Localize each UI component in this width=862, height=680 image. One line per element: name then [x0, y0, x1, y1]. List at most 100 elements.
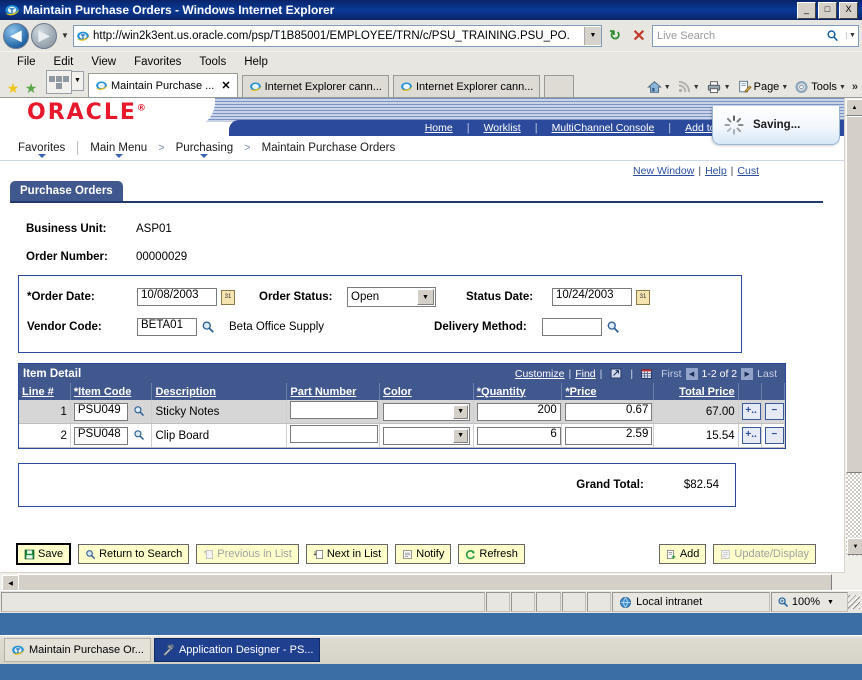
browser-tab-error-1[interactable]: Internet Explorer cann...: [242, 75, 389, 97]
maximize-button[interactable]: □: [818, 2, 837, 19]
tab-list-dropdown-icon[interactable]: ▼: [72, 71, 84, 91]
color-select[interactable]: ▼: [383, 403, 470, 421]
return-to-search-button[interactable]: Return to Search: [78, 544, 189, 564]
nav-link-multichannel-console[interactable]: MultiChannel Console: [538, 122, 669, 134]
view-all-popup-icon[interactable]: [609, 367, 623, 380]
grid-first-label[interactable]: First: [661, 368, 681, 380]
favorites-center-icon[interactable]: ★: [4, 80, 22, 97]
status-date-input[interactable]: 10/24/2003: [552, 288, 632, 306]
previous-in-list-button[interactable]: Previous in List: [196, 544, 299, 564]
column-header-item-code[interactable]: *Item Code: [70, 383, 152, 400]
menu-favorites[interactable]: Favorites: [125, 55, 190, 69]
column-header-total-price[interactable]: Total Price: [654, 383, 739, 400]
lookup-search-icon[interactable]: [606, 320, 620, 334]
address-bar[interactable]: http://win2k3ent.us.oracle.com/psp/T1B85…: [73, 25, 602, 47]
tools-menu-button[interactable]: Tools ▼: [792, 80, 848, 94]
chevron-down-icon[interactable]: ▼: [724, 84, 731, 91]
browser-tab-maintain-purchase-orders[interactable]: Maintain Purchase ... ✕: [88, 73, 238, 97]
new-tab-button[interactable]: [544, 75, 574, 97]
breadcrumb-main-menu[interactable]: Main Menu: [82, 142, 155, 154]
chevron-down-icon[interactable]: ▼: [453, 405, 468, 419]
price-input[interactable]: 2.59: [565, 427, 652, 445]
column-header-line[interactable]: Line #: [19, 383, 70, 400]
taskbar-item-maintain-purchase-orders[interactable]: Maintain Purchase Or...: [4, 638, 151, 662]
refresh-button[interactable]: Refresh: [458, 544, 525, 564]
help-link[interactable]: Help: [705, 165, 727, 177]
vendor-code-input[interactable]: BETA01: [137, 318, 197, 336]
part-number-input[interactable]: [290, 401, 378, 419]
grid-last-label[interactable]: Last: [757, 368, 777, 380]
menu-help[interactable]: Help: [235, 55, 277, 69]
menu-tools[interactable]: Tools: [190, 55, 235, 69]
menu-view[interactable]: View: [82, 55, 125, 69]
quick-tabs-icon[interactable]: [46, 70, 72, 94]
add-button[interactable]: Add: [659, 544, 707, 564]
nav-link-home[interactable]: Home: [411, 122, 467, 134]
column-header-part-number[interactable]: Part Number: [287, 383, 380, 400]
taskbar-item-application-designer[interactable]: Application Designer - PS...: [154, 638, 321, 662]
lookup-search-icon[interactable]: [133, 429, 147, 443]
chevron-down-icon[interactable]: ▼: [453, 429, 468, 443]
grid-next-page-icon[interactable]: ▶: [741, 368, 753, 380]
notify-button[interactable]: Notify: [395, 544, 451, 564]
nav-link-worklist[interactable]: Worklist: [470, 122, 535, 134]
zoom-dropdown-icon[interactable]: ▼: [827, 599, 834, 606]
resize-grip-icon[interactable]: [848, 595, 860, 609]
horizontal-scroll-thumb[interactable]: [18, 574, 832, 590]
minimize-button[interactable]: _: [797, 2, 816, 19]
download-to-excel-icon[interactable]: [640, 367, 654, 380]
security-zone-indicator[interactable]: Local intranet: [612, 592, 770, 612]
menu-file[interactable]: File: [8, 55, 45, 69]
scroll-up-arrow-icon[interactable]: ▲: [846, 99, 862, 116]
next-in-list-button[interactable]: Next in List: [306, 544, 388, 564]
lookup-search-icon[interactable]: [201, 320, 215, 334]
stop-icon[interactable]: ✕: [628, 25, 650, 47]
column-header-color[interactable]: Color: [380, 383, 474, 400]
quantity-input[interactable]: 6: [477, 427, 561, 445]
search-input[interactable]: Live Search ▼: [652, 25, 859, 47]
print-button[interactable]: ▼: [704, 80, 733, 94]
close-button[interactable]: X: [839, 2, 858, 19]
new-window-link[interactable]: New Window: [633, 165, 694, 177]
update-display-button[interactable]: Update/Display: [713, 544, 816, 564]
close-tab-icon[interactable]: ✕: [221, 79, 230, 92]
customize-page-link[interactable]: Cust: [737, 165, 759, 177]
item-code-input[interactable]: PSU048: [74, 427, 128, 445]
page-menu-button[interactable]: Page ▼: [735, 80, 791, 94]
address-dropdown-icon[interactable]: ▼: [584, 27, 601, 45]
zoom-control[interactable]: 100% ▼: [771, 592, 848, 612]
tab-purchase-orders[interactable]: Purchase Orders: [10, 181, 123, 201]
item-code-input[interactable]: PSU049: [74, 403, 128, 421]
column-header-price[interactable]: *Price: [562, 383, 654, 400]
calendar-icon[interactable]: 31: [221, 290, 235, 305]
chevron-down-icon[interactable]: ▼: [693, 84, 700, 91]
menu-edit[interactable]: Edit: [45, 55, 83, 69]
history-dropdown-icon[interactable]: ▼: [59, 31, 71, 40]
search-icon[interactable]: [826, 29, 846, 42]
page-vertical-scrollbar[interactable]: ▲ ▼: [844, 98, 862, 573]
grid-customize-link[interactable]: Customize: [515, 368, 565, 380]
remove-row-button[interactable]: −: [765, 427, 784, 444]
grid-find-link[interactable]: Find: [575, 368, 595, 380]
order-date-input[interactable]: 10/08/2003: [137, 288, 217, 306]
remove-row-button[interactable]: −: [765, 403, 784, 420]
chevron-down-icon[interactable]: ▼: [417, 289, 434, 305]
lookup-search-icon[interactable]: [133, 405, 147, 419]
order-status-select[interactable]: Open ▼: [347, 287, 436, 307]
column-header-description[interactable]: Description: [152, 383, 287, 400]
column-header-quantity[interactable]: *Quantity: [473, 383, 562, 400]
refresh-icon[interactable]: ↻: [604, 25, 626, 47]
vertical-scroll-thumb[interactable]: [846, 116, 862, 473]
add-row-button[interactable]: +..: [742, 427, 761, 444]
feeds-button[interactable]: ▼: [675, 80, 702, 94]
chevron-down-icon[interactable]: ▼: [664, 84, 671, 91]
page-horizontal-scrollbar[interactable]: ◀: [0, 572, 845, 590]
calendar-icon[interactable]: 31: [636, 290, 650, 305]
quantity-input[interactable]: 200: [477, 403, 561, 421]
color-select[interactable]: ▼: [383, 427, 470, 445]
price-input[interactable]: 0.67: [565, 403, 652, 421]
back-button[interactable]: ◀: [3, 23, 29, 49]
forward-button[interactable]: ▶: [31, 23, 57, 49]
breadcrumb-favorites[interactable]: Favorites: [10, 142, 73, 154]
scroll-down-arrow-icon[interactable]: ▼: [847, 538, 862, 555]
